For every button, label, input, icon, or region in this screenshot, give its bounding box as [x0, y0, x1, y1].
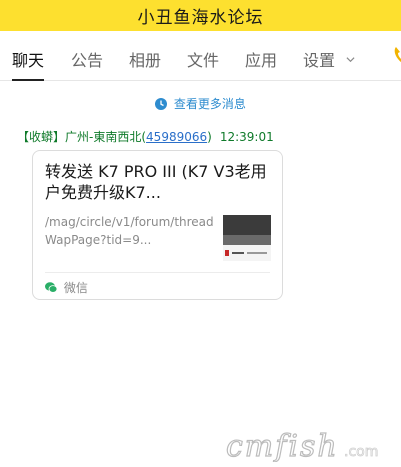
- card-source: 微信: [45, 279, 88, 296]
- tab-bar: 聊天 公告 相册 文件 应用 设置: [0, 31, 401, 81]
- card-source-label: 微信: [63, 281, 88, 295]
- tab-settings[interactable]: 设置: [303, 31, 355, 81]
- shared-link-card[interactable]: 转发送 K7 PRO III (K7 V3老用户免费升级K7... /mag/c…: [32, 150, 283, 300]
- message-time: 12:39:01: [219, 130, 274, 144]
- sender-id-link[interactable]: 45989066: [146, 130, 207, 144]
- chevron-down-icon: [346, 57, 355, 63]
- tab-album[interactable]: 相册: [129, 31, 161, 81]
- app-title: 小丑鱼海水论坛: [137, 8, 264, 28]
- svg-text:cmfish: cmfish: [226, 430, 339, 462]
- sender-name[interactable]: 广州-東南西北: [65, 130, 141, 144]
- svg-text:.com: .com: [344, 444, 378, 460]
- tab-files[interactable]: 文件: [187, 31, 219, 81]
- wechat-icon: [45, 282, 57, 293]
- title-bar: 小丑鱼海水论坛: [0, 0, 401, 31]
- phone-icon[interactable]: [393, 45, 401, 65]
- card-thumbnail-image: [223, 215, 271, 261]
- card-divider: [45, 272, 270, 273]
- tab-settings-label: 设置: [303, 51, 336, 70]
- tab-apps[interactable]: 应用: [245, 31, 277, 81]
- message-sender-line: 【收蟒】广州-東南西北(45989066) 12:39:01: [17, 128, 274, 145]
- card-url: /mag/circle/v1/forum/threadWapPage?tid=9…: [45, 215, 214, 247]
- sender-tag: 【收蟒】: [17, 130, 66, 144]
- tab-announcements[interactable]: 公告: [71, 31, 103, 81]
- clock-icon: [155, 98, 168, 110]
- tab-chat[interactable]: 聊天: [12, 31, 45, 81]
- view-more-messages-label: 查看更多消息: [173, 97, 246, 111]
- view-more-messages-link[interactable]: 查看更多消息: [0, 95, 401, 112]
- card-title: 转发送 K7 PRO III (K7 V3老用户免费升级K7...: [45, 162, 267, 202]
- site-watermark-logo: cmfish .com: [226, 430, 379, 462]
- sender-id-close: ): [207, 130, 212, 144]
